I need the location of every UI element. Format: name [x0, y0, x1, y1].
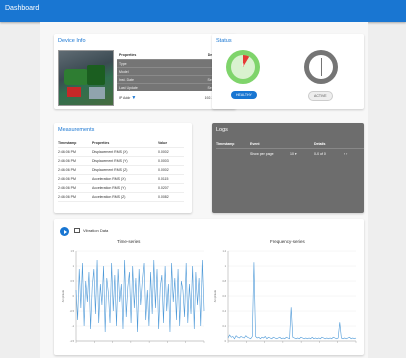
- time-series-ytick-label: -1.5: [70, 340, 75, 343]
- device-info-title: Device Info: [58, 38, 86, 44]
- activity-gauge: [304, 50, 338, 84]
- table-row: 2:46:06 PM Displacement RMS (Z) 0.0002: [58, 166, 184, 175]
- pagination-row: Show per page 10 ▾ 0-0 of 0 ‹ ›: [216, 149, 364, 158]
- page-nav-arrows[interactable]: ‹ ›: [344, 152, 364, 156]
- measurements-card: Measurements Timestamp Properties Value 2:…: [54, 123, 192, 213]
- time-series-y-label: Amplitude: [61, 289, 65, 302]
- device-info-card: Device Info PropertiesDescription Type M…: [54, 34, 236, 109]
- frequency-series-title: Frequency-series: [270, 239, 305, 244]
- status-title: Status: [216, 38, 232, 44]
- frequency-series-ytick-label: 1.2: [223, 250, 227, 253]
- time-series-ytick-label: 1: [73, 265, 75, 268]
- table-row: 2:46:06 PM Displacement RMS (X) 0.0002: [58, 148, 184, 157]
- frequency-series-ytick-label: 1: [225, 265, 227, 268]
- page-range: 0-0 of 0: [314, 151, 326, 156]
- app-bar: Dashboard: [0, 0, 406, 22]
- frequency-series-ytick-label: 0.2: [223, 325, 227, 328]
- app-title: Dashboard: [5, 5, 40, 12]
- measurements-title: Measurements: [58, 127, 95, 133]
- health-gauge: 8: [226, 50, 260, 84]
- frequency-series-ytick-label: 0.6: [223, 295, 227, 298]
- time-series-ytick-label: 0.5: [71, 280, 75, 283]
- dashboard-frame: Device Info PropertiesDescription Type M…: [40, 22, 368, 358]
- rows-per-page-select[interactable]: 10 ▾: [290, 152, 314, 156]
- frequency-series-ytick-label: 0.4: [223, 310, 227, 313]
- measurements-header: Timestamp Properties Value: [58, 139, 184, 148]
- play-button[interactable]: [60, 227, 69, 236]
- time-series-ytick-label: -0.5: [70, 310, 75, 313]
- time-series-ytick-label: -1: [72, 325, 75, 328]
- table-row: 2:46:06 PM Acceleration RMS (Z) 0.0082: [58, 193, 184, 202]
- logs-header: Timestamp Event Details: [216, 139, 364, 149]
- time-series-ytick-label: 1.5: [71, 250, 75, 253]
- rows-per-page-label: Show per page: [250, 151, 274, 156]
- frequency-series-y-label: Amplitude: [213, 289, 217, 302]
- wifi-icon: ▼: [131, 95, 137, 101]
- vibration-label: Vibration Data: [74, 228, 108, 234]
- frequency-series-ytick-label: 0: [225, 340, 227, 343]
- status-card: Status 8 HEALTHY ACTIVE: [212, 34, 364, 109]
- table-row: 2:46:06 PM Acceleration RMS (X) 0.0115: [58, 175, 184, 184]
- ip-label: IP Addr: [119, 96, 131, 100]
- table-row: 2:46:06 PM Acceleration RMS (Y) 0.0207: [58, 184, 184, 193]
- vibration-card: Vibration Data Time-series Frequency-ser…: [54, 219, 364, 355]
- time-series-title: Time-series: [117, 239, 141, 244]
- machine-photo: [58, 50, 114, 106]
- health-value: 8: [242, 62, 245, 67]
- time-series-chart: -1.5 -1 -0.5 0 0.5 1 1.5 Amplitude: [61, 250, 205, 343]
- measurements-table: Timestamp Properties Value 2:46:06 PM Displ…: [58, 139, 184, 202]
- frequency-series-chart: 0 0.2 0.4 0.6 0.8 1 1.2 Amplitude: [213, 250, 357, 343]
- needle-icon: [320, 58, 322, 76]
- table-row: 2:46:06 PM Displacement RMS (Y) 0.0003: [58, 157, 184, 166]
- camera-icon: [74, 228, 80, 234]
- frequency-series-series-line: [227, 262, 357, 340]
- logs-table: Timestamp Event Details Show per page 10 ▾…: [216, 139, 364, 158]
- healthy-badge: HEALTHY: [231, 91, 257, 99]
- active-badge: ACTIVE: [308, 91, 333, 101]
- logs-title: Logs: [216, 127, 228, 133]
- frequency-series-ytick-label: 0.8: [223, 280, 227, 283]
- logs-card: Logs Timestamp Event Details Show per page…: [212, 123, 364, 213]
- time-series-ytick-label: 0: [73, 295, 75, 298]
